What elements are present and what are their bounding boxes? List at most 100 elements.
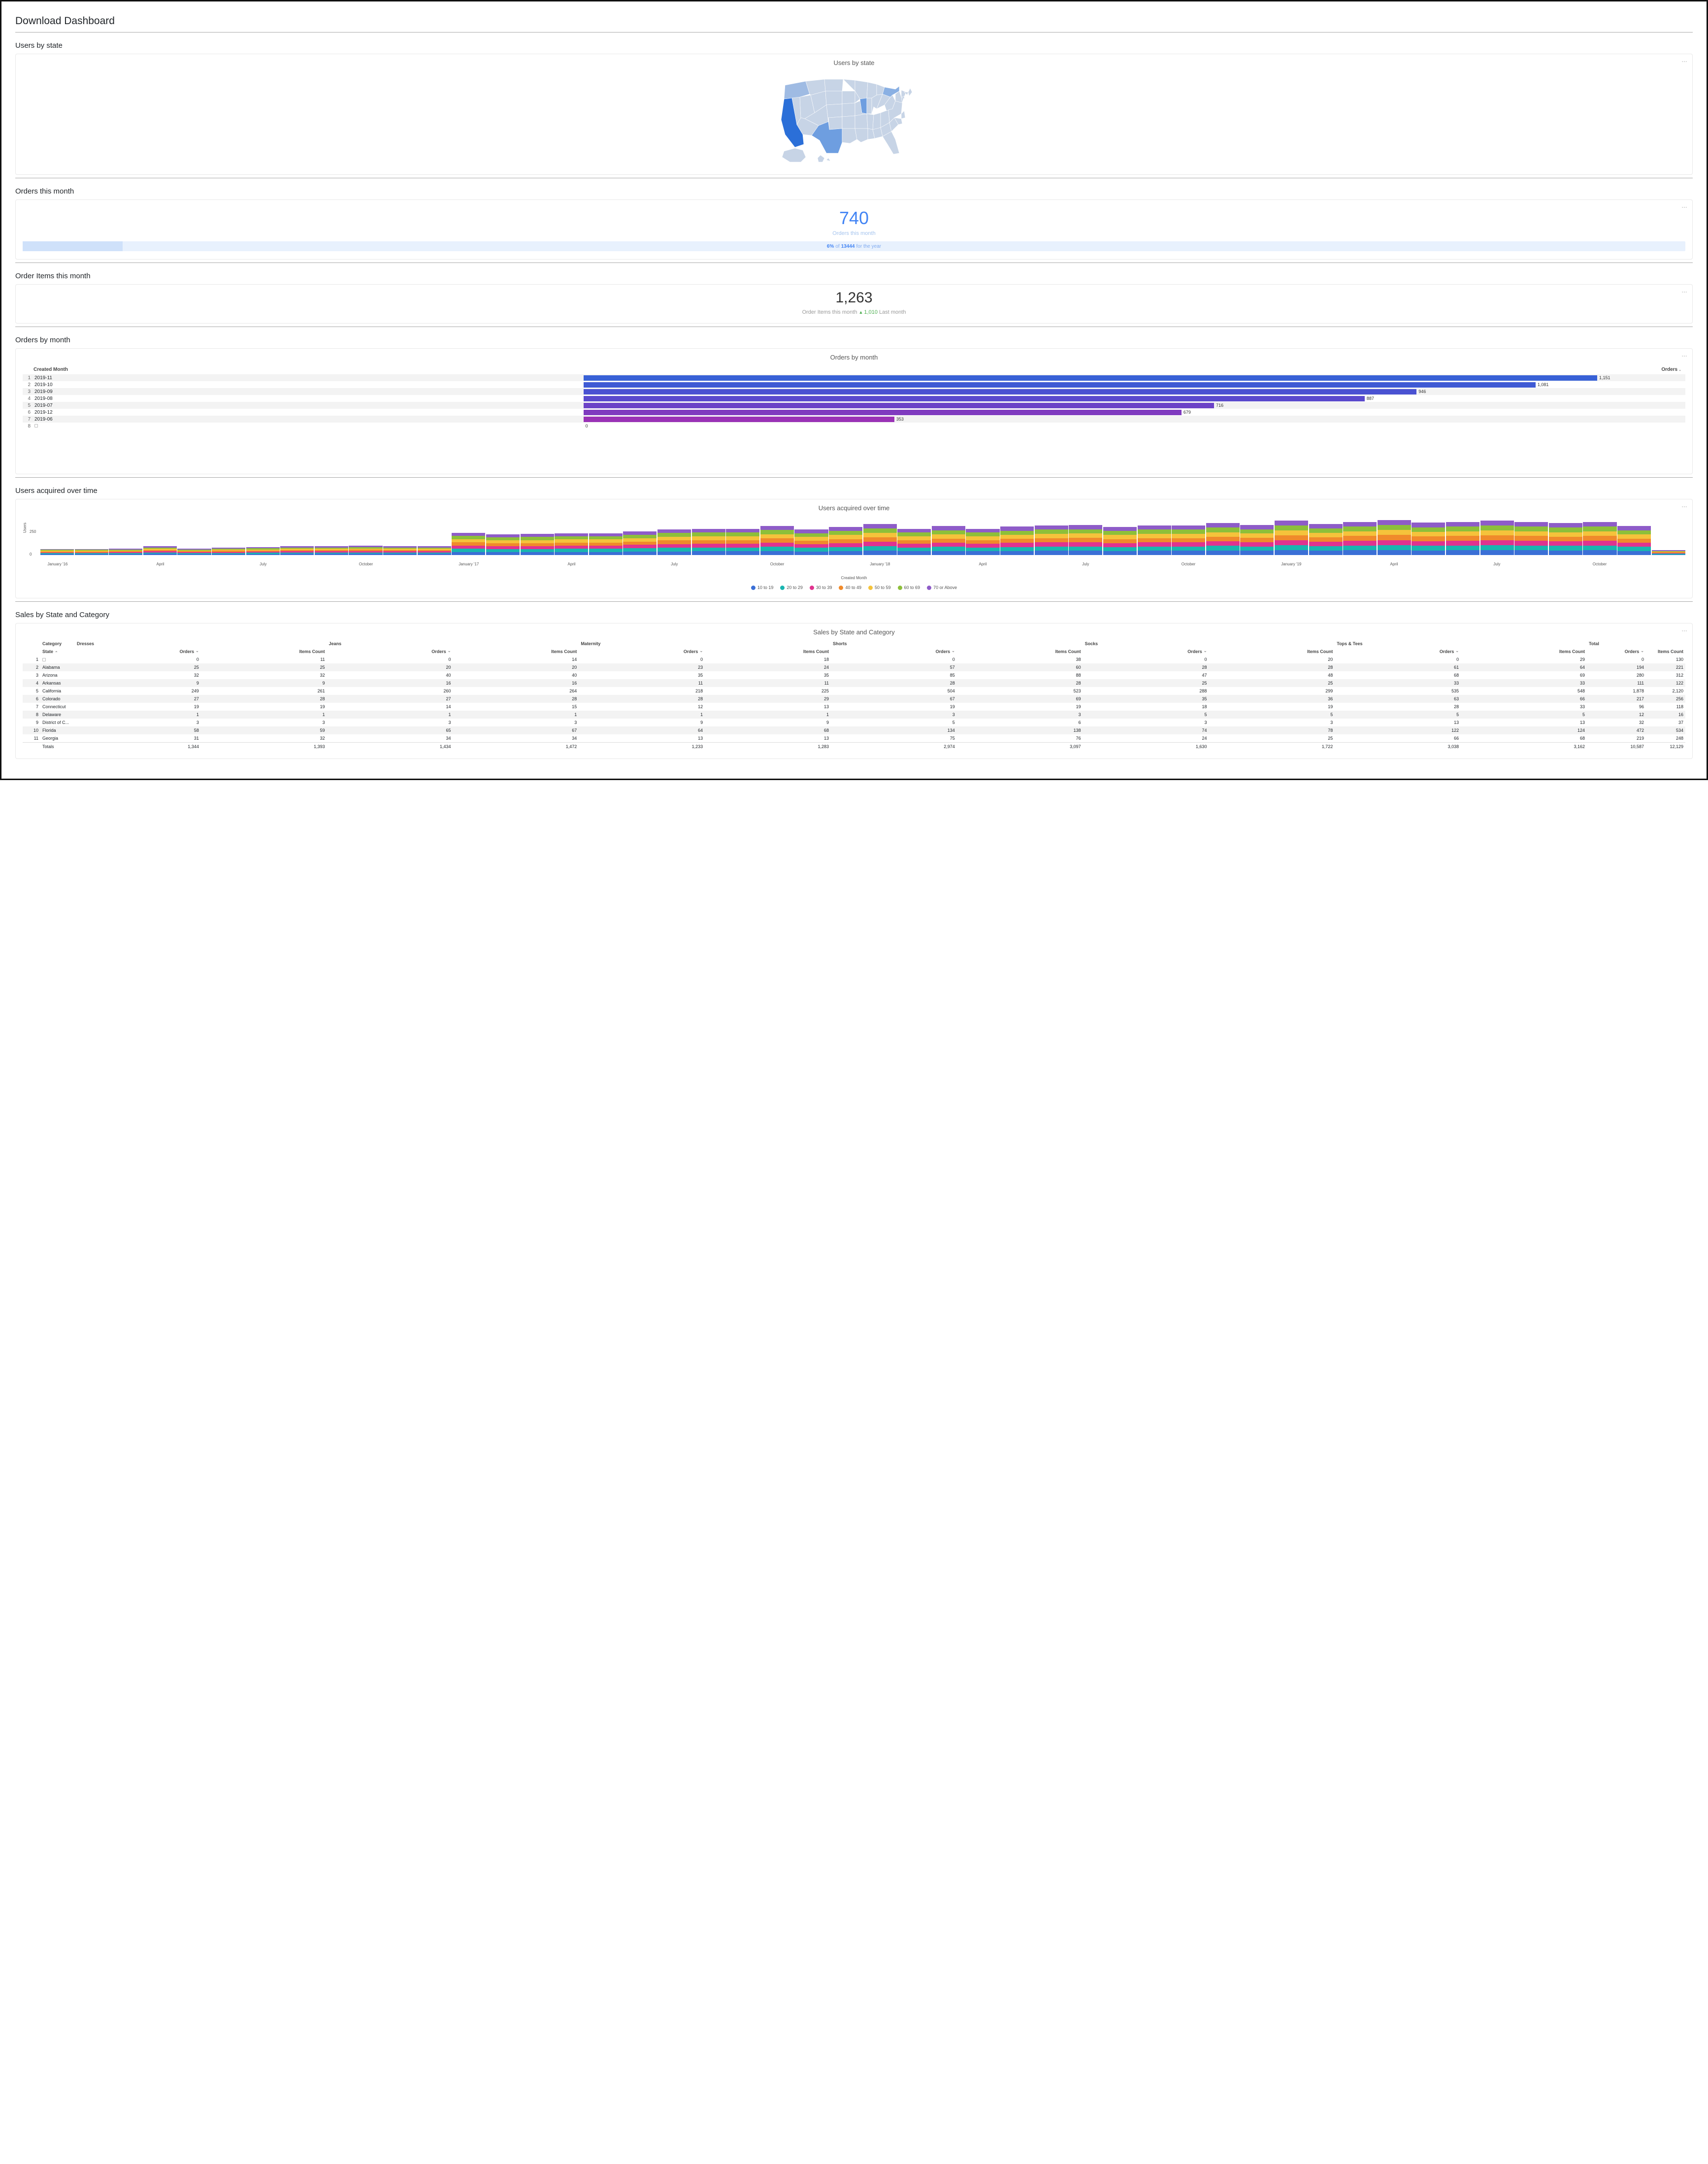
obm-row[interactable]: 80 <box>23 423 1685 429</box>
us-map[interactable] <box>23 70 1685 166</box>
uat-bar[interactable] <box>1138 525 1171 555</box>
uat-bar[interactable] <box>1103 527 1137 555</box>
legend-item[interactable]: 40 to 49 <box>839 585 861 590</box>
table-row[interactable]: 4Arkansas9916161111282825253333111122 <box>23 679 1685 687</box>
grp-dresses[interactable]: Dresses <box>75 640 327 648</box>
uat-chart[interactable]: Users 250 0 <box>23 516 1685 560</box>
uat-bar[interactable] <box>1412 523 1445 555</box>
uat-bar[interactable] <box>1240 525 1274 555</box>
uat-bar[interactable] <box>555 533 588 555</box>
uat-bar[interactable] <box>1378 520 1411 555</box>
uat-bar[interactable] <box>1617 526 1651 555</box>
legend-item[interactable]: 10 to 19 <box>751 585 774 590</box>
uat-bar[interactable] <box>932 526 965 555</box>
uat-bar[interactable] <box>829 527 862 555</box>
legend-item[interactable]: 30 to 39 <box>810 585 832 590</box>
uat-bar[interactable] <box>726 529 759 555</box>
uat-bar[interactable] <box>794 529 828 555</box>
uat-bar[interactable] <box>966 529 999 555</box>
tile-order-items: 1,263 Order Items this month 1,010 Last … <box>15 284 1693 324</box>
kpi-items-value[interactable]: 1,263 <box>23 290 1685 306</box>
obm-row[interactable]: 62019-12679 <box>23 409 1685 416</box>
table-row[interactable]: 10110140180380200290130 <box>23 656 1685 663</box>
tile-menu-icon[interactable] <box>1681 353 1687 359</box>
uat-bar[interactable] <box>109 549 142 555</box>
tile-menu-icon[interactable] <box>1681 58 1687 64</box>
uat-bar[interactable] <box>657 529 691 555</box>
uat-bar[interactable] <box>40 549 74 555</box>
uat-bar[interactable] <box>486 534 520 555</box>
legend-item[interactable]: 60 to 69 <box>898 585 920 590</box>
uat-bar[interactable] <box>623 531 657 555</box>
tile-menu-icon[interactable] <box>1681 503 1687 509</box>
uat-bar[interactable] <box>452 533 485 555</box>
table-row[interactable]: 9District of C...333399563313133237 <box>23 719 1685 726</box>
col-orders[interactable]: Orders⌄ <box>584 367 1684 372</box>
uat-bar[interactable] <box>1549 523 1582 555</box>
grp-shorts[interactable]: Shorts <box>831 640 1083 648</box>
uat-bar[interactable] <box>246 547 280 555</box>
table-row[interactable]: 6Colorado272827282829676935366366217256 <box>23 695 1685 703</box>
legend-item[interactable]: 20 to 29 <box>780 585 803 590</box>
grp-maternity[interactable]: Maternity <box>579 640 831 648</box>
uat-bar[interactable] <box>280 546 314 555</box>
uat-bar[interactable] <box>589 533 623 555</box>
uat-bar[interactable] <box>1480 521 1514 555</box>
tile-menu-icon[interactable] <box>1681 204 1687 210</box>
table-row[interactable]: 8Delaware1111113355551216 <box>23 711 1685 719</box>
uat-bar[interactable] <box>212 548 245 555</box>
kpi-orders-value[interactable]: 740 <box>23 208 1685 229</box>
uat-bar[interactable] <box>1275 521 1308 555</box>
tile-menu-icon[interactable] <box>1681 289 1687 295</box>
uat-bar[interactable] <box>760 526 794 556</box>
grp-tops[interactable]: Tops & Tees <box>1335 640 1587 648</box>
obm-row[interactable]: 22019-101,081 <box>23 381 1685 388</box>
table-row[interactable]: 10Florida5859656764681341387478122124472… <box>23 726 1685 734</box>
uat-bar[interactable] <box>383 546 417 555</box>
grp-socks[interactable]: Socks <box>1083 640 1335 648</box>
uat-bar[interactable] <box>1000 526 1034 555</box>
tile-menu-icon[interactable] <box>1681 627 1687 633</box>
uat-bar[interactable] <box>1035 525 1068 555</box>
uat-bar[interactable] <box>1172 525 1205 555</box>
uat-bar[interactable] <box>692 529 725 555</box>
table-row[interactable]: 2Alabama252520202324576028286164194221 <box>23 663 1685 671</box>
legend-item[interactable]: 70 or Above <box>927 585 957 590</box>
section-order-items: Order Items this month <box>15 272 1693 280</box>
obm-row[interactable]: 12019-111,151 <box>23 374 1685 381</box>
legend-item[interactable]: 50 to 59 <box>868 585 891 590</box>
table-row[interactable]: 3Arizona323240403535858847486869280312 <box>23 671 1685 679</box>
obm-row[interactable]: 42019-08887 <box>23 395 1685 402</box>
obm-row[interactable]: 32019-09946 <box>23 388 1685 395</box>
col-created-month[interactable]: Created Month <box>33 367 584 372</box>
uat-bar[interactable] <box>177 549 211 555</box>
uat-bar[interactable] <box>1069 525 1102 555</box>
tile-title: Users by state <box>23 59 1685 66</box>
obm-row[interactable]: 72019-06353 <box>23 416 1685 423</box>
uat-bar[interactable] <box>1309 524 1343 555</box>
table-row[interactable]: 7Connecticut1919141512131919181928339611… <box>23 703 1685 711</box>
table-row[interactable]: 11Georgia313234341313757624256668219248 <box>23 734 1685 743</box>
uat-bar[interactable] <box>1343 522 1377 555</box>
table-row[interactable]: 5California24926126026421822550452328829… <box>23 687 1685 695</box>
grp-total[interactable]: Total <box>1587 640 1685 648</box>
uat-bar[interactable] <box>143 546 177 555</box>
col-category[interactable]: Category <box>40 640 75 648</box>
col-state[interactable]: State <box>40 648 75 656</box>
uat-bar[interactable] <box>75 549 108 555</box>
uat-bar[interactable] <box>863 524 897 555</box>
uat-bar[interactable] <box>315 546 348 555</box>
uat-bar[interactable] <box>1583 522 1616 555</box>
uat-bar[interactable] <box>897 529 931 555</box>
uat-bar[interactable] <box>418 546 451 555</box>
uat-bar[interactable] <box>1446 522 1479 555</box>
tile-sales: Sales by State and Category Category Dre… <box>15 623 1693 759</box>
uat-bar[interactable] <box>1652 550 1685 555</box>
kpi-progress-pct: 6% <box>827 244 834 249</box>
uat-bar[interactable] <box>1514 522 1548 555</box>
obm-row[interactable]: 52019-07716 <box>23 402 1685 409</box>
uat-bar[interactable] <box>349 546 382 555</box>
uat-bar[interactable] <box>1206 523 1240 555</box>
uat-bar[interactable] <box>521 534 554 555</box>
grp-jeans[interactable]: Jeans <box>327 640 579 648</box>
